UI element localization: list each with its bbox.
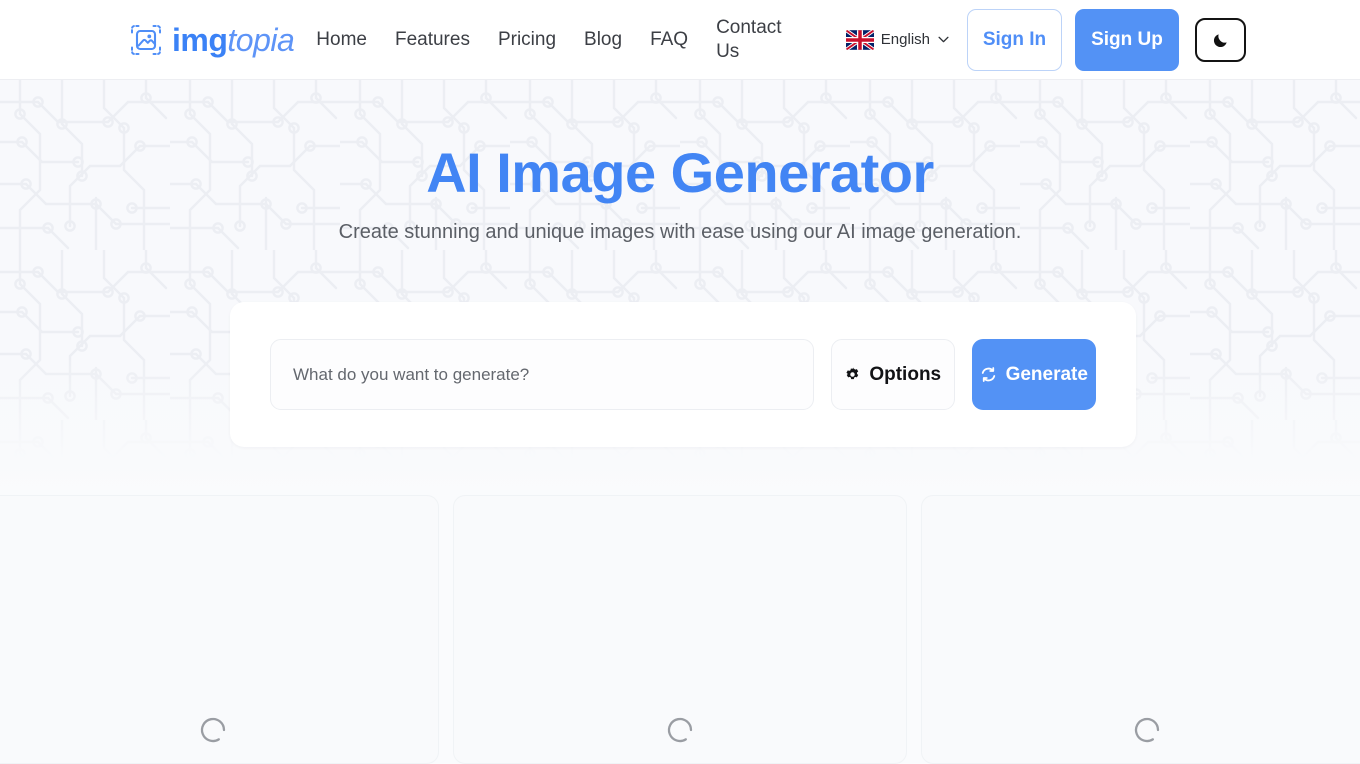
hero-section: AI Image Generator Create stunning and u… — [0, 80, 1360, 495]
results-grid — [0, 495, 1360, 764]
gear-icon — [844, 366, 861, 383]
image-frame-icon — [129, 23, 163, 57]
chevron-down-icon — [937, 36, 949, 43]
nav-item-contact-us[interactable]: Contact Us — [702, 16, 788, 64]
prompt-panel: Options Generate — [230, 302, 1136, 447]
hero-content: AI Image Generator Create stunning and u… — [0, 80, 1360, 244]
language-selector[interactable]: English — [845, 29, 949, 50]
options-button-label: Options — [869, 363, 942, 385]
sign-in-button[interactable]: Sign In — [967, 8, 1062, 71]
generate-button-label: Generate — [1005, 363, 1088, 385]
result-card[interactable] — [453, 495, 907, 764]
loading-spinner-icon — [196, 713, 230, 747]
brand-text-secondary: topia — [227, 21, 295, 58]
language-label: English — [880, 31, 930, 48]
page-title: AI Image Generator — [426, 141, 934, 204]
brand-wordmark: imgtopia — [172, 21, 295, 58]
results-section — [0, 495, 1360, 764]
brand-logo[interactable]: imgtopia — [129, 21, 295, 58]
nav-item-faq[interactable]: FAQ — [636, 28, 702, 52]
moon-icon — [1212, 31, 1230, 49]
loading-spinner-icon — [1130, 713, 1164, 747]
theme-toggle-button[interactable] — [1195, 17, 1246, 62]
header-actions: English Sign In Sign Up — [845, 8, 1246, 71]
main-navigation: Home Features Pricing Blog FAQ Contact U… — [302, 16, 788, 64]
nav-item-pricing[interactable]: Pricing — [484, 28, 570, 52]
nav-item-home[interactable]: Home — [302, 28, 381, 52]
result-card[interactable] — [0, 495, 440, 764]
sign-up-button[interactable]: Sign Up — [1075, 8, 1179, 71]
loading-spinner-icon — [663, 713, 697, 747]
site-header: imgtopia Home Features Pricing Blog FAQ … — [0, 0, 1360, 80]
prompt-input[interactable] — [270, 339, 814, 410]
uk-flag-icon — [845, 29, 874, 50]
nav-item-blog[interactable]: Blog — [570, 28, 636, 52]
page-subtitle: Create stunning and unique images with e… — [338, 220, 1022, 243]
options-button[interactable]: Options — [830, 339, 955, 410]
refresh-sync-icon — [980, 366, 997, 383]
nav-item-features[interactable]: Features — [381, 28, 484, 52]
generate-button[interactable]: Generate — [971, 339, 1096, 410]
brand-text-primary: img — [172, 21, 228, 58]
result-card[interactable] — [920, 495, 1360, 764]
